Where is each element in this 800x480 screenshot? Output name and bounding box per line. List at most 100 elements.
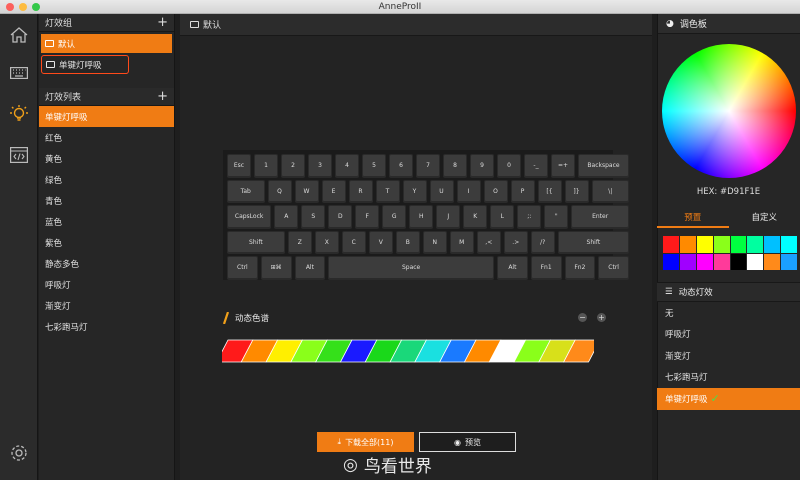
key[interactable]: Space [328,256,494,280]
key[interactable]: 9 [470,154,494,178]
color-swatch[interactable] [730,236,747,253]
key[interactable]: Tab [227,179,265,203]
key[interactable]: L [490,205,515,229]
add-effect-button[interactable]: + [157,90,168,103]
key[interactable]: \| [591,179,629,203]
minimize-window-button[interactable] [19,3,27,11]
zoom-out-button[interactable]: − [578,313,587,322]
lighting-button[interactable] [8,103,30,125]
key[interactable]: J [436,205,461,229]
key[interactable]: ⊞⌘ [260,256,292,280]
key[interactable]: ,< [476,230,501,254]
effect-item[interactable]: 单键灯呼吸 [39,106,174,127]
color-swatch[interactable] [679,253,696,270]
key[interactable]: Shift [227,230,285,254]
key[interactable]: Alt [294,256,326,280]
key[interactable]: G [382,205,407,229]
key[interactable]: H [409,205,434,229]
key[interactable]: Y [402,179,427,203]
key[interactable]: S [301,205,326,229]
dynamic-effect-item[interactable]: 渐变灯 [657,345,800,367]
key[interactable]: Fn1 [530,256,562,280]
color-swatch[interactable] [713,253,730,270]
download-all-button[interactable]: ⤓ 下载全部(11) [317,432,414,452]
key[interactable]: U [429,179,454,203]
key[interactable]: T [375,179,400,203]
key[interactable]: .> [503,230,528,254]
effect-item[interactable]: 蓝色 [39,211,174,232]
keyboard-button[interactable] [8,62,30,84]
effect-item[interactable]: 呼吸灯 [39,274,174,295]
dynamic-effect-item[interactable]: 单键灯呼吸 ✓ [657,388,800,410]
key[interactable]: P [510,179,535,203]
dynamic-effect-item[interactable]: 无 [657,302,800,324]
color-swatch[interactable] [747,236,764,253]
add-group-button[interactable]: + [157,16,168,29]
key[interactable]: ;: [517,205,542,229]
key[interactable]: 6 [389,154,413,178]
key[interactable]: CapsLock [227,205,272,229]
color-wheel[interactable] [662,44,796,178]
effect-item[interactable]: 紫色 [39,232,174,253]
home-button[interactable] [8,24,30,46]
dynamic-effect-item[interactable]: 七彩跑马灯 [657,367,800,389]
effect-item[interactable]: 红色 [39,127,174,148]
key[interactable]: I [456,179,481,203]
key[interactable]: Enter [571,205,629,229]
tab-preset[interactable]: 预置 [657,210,729,228]
key[interactable]: D [328,205,353,229]
key[interactable]: B [395,230,420,254]
effect-item[interactable]: 黄色 [39,148,174,169]
tab-custom[interactable]: 自定义 [729,210,800,228]
group-item-default[interactable]: 默认 [41,34,172,53]
key[interactable]: Ctrl [598,256,629,280]
color-swatch[interactable] [696,253,713,270]
color-swatch[interactable] [663,236,679,253]
preview-button[interactable]: ◉ 预览 [419,432,516,452]
key[interactable]: Z [287,230,312,254]
key[interactable]: Fn2 [564,256,596,280]
color-swatch[interactable] [730,253,747,270]
key[interactable]: E [321,179,346,203]
key[interactable]: V [368,230,393,254]
key[interactable]: Q [267,179,292,203]
color-swatch[interactable] [713,236,730,253]
color-swatch[interactable] [764,253,781,270]
color-spectrum-strip[interactable] [222,339,594,363]
effect-item[interactable]: 静态多色 [39,253,174,274]
key[interactable]: Alt [497,256,528,280]
key[interactable]: Ctrl [227,256,258,280]
group-item-single-breath[interactable]: 单键灯呼吸 [41,55,129,74]
dynamic-effect-item[interactable]: 呼吸灯 [657,324,800,346]
key[interactable]: 4 [335,154,359,178]
color-swatch[interactable] [764,236,781,253]
key[interactable]: =+ [551,154,575,178]
color-swatch[interactable] [747,253,764,270]
key[interactable]: N [422,230,447,254]
key[interactable]: -_ [524,154,548,178]
key[interactable]: ]} [564,179,589,203]
key[interactable]: 2 [281,154,305,178]
key[interactable]: 7 [416,154,440,178]
key[interactable]: C [341,230,366,254]
key[interactable]: 1 [254,154,278,178]
key[interactable]: M [449,230,474,254]
key[interactable]: F [355,205,380,229]
zoom-in-button[interactable]: + [597,313,606,322]
key[interactable]: W [294,179,319,203]
key[interactable]: O [483,179,508,203]
effect-item[interactable]: 七彩跑马灯 [39,316,174,337]
key[interactable]: [{ [537,179,562,203]
key[interactable]: Shift [557,230,629,254]
key[interactable]: 5 [362,154,386,178]
key[interactable]: 3 [308,154,332,178]
key[interactable]: X [314,230,339,254]
settings-button[interactable] [8,442,30,464]
key[interactable]: K [463,205,488,229]
effect-item[interactable]: 青色 [39,190,174,211]
key[interactable]: 8 [443,154,467,178]
key[interactable]: " [544,205,569,229]
key[interactable]: A [274,205,299,229]
close-window-button[interactable] [6,3,14,11]
key[interactable]: /? [530,230,555,254]
